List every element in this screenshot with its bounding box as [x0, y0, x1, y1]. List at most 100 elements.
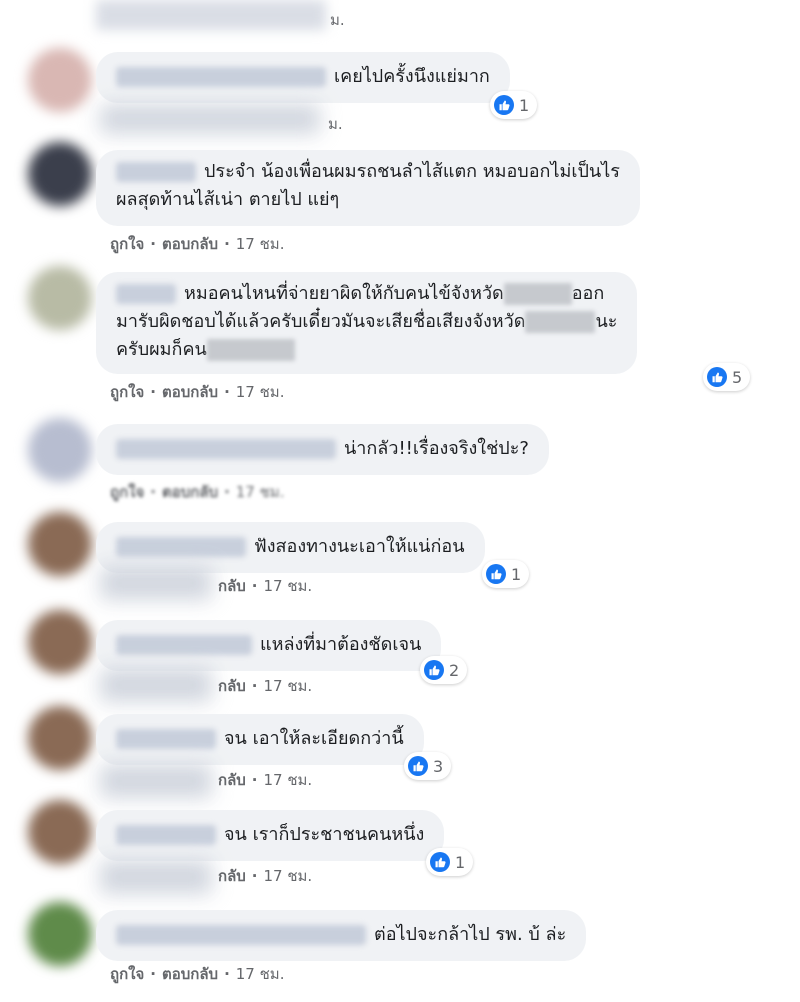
reply-link[interactable]: ตอบกลับ: [162, 965, 218, 983]
blurred-author-name[interactable]: [116, 635, 252, 655]
comment-meta: ถูกใจ · ตอบกลับ · 17 ชม.: [110, 483, 285, 501]
avatar[interactable]: [28, 512, 92, 576]
comment-time[interactable]: 17 ชม.: [236, 965, 285, 983]
reaction-badge[interactable]: 1: [426, 848, 474, 876]
comment-time[interactable]: 17 ชม.: [236, 383, 285, 401]
blurred-author-name[interactable]: [116, 925, 366, 945]
author-name-tail[interactable]: จน: [224, 728, 247, 749]
like-icon: [494, 95, 514, 115]
blurred-name-top: [96, 0, 326, 30]
avatar[interactable]: [28, 418, 92, 482]
comment-text: น่ากลัว!!เรื่องจริงใช่ปะ?: [344, 438, 529, 459]
reaction-count: 5: [732, 367, 743, 387]
blurred-author-name[interactable]: [116, 825, 216, 845]
reaction-count: 1: [519, 95, 530, 115]
comment-text: ออก: [571, 283, 605, 304]
blurred-meta: [100, 860, 212, 894]
avatar[interactable]: [28, 800, 92, 864]
reaction-count: 1: [511, 564, 522, 584]
blurred-author-name[interactable]: [116, 729, 216, 749]
comment-text: หมอคนไหนที่จ่ายยาผิดให้กับคนไข้จังหวัด: [184, 283, 504, 304]
comment-text: แหล่งที่มาต้องชัดเจน: [260, 634, 422, 655]
reaction-count: 3: [433, 756, 444, 776]
comment-bubble: เคยไปครั้งนึงแย่มาก: [96, 52, 510, 103]
comment-time: ม.: [330, 11, 345, 29]
redacted-text: [206, 339, 295, 361]
avatar[interactable]: [28, 48, 92, 112]
comment-text: ครับผมก็คน: [116, 339, 207, 360]
blurred-meta: [100, 104, 320, 134]
like-icon: [486, 564, 506, 584]
blurred-author-name[interactable]: [116, 284, 176, 304]
comment-text: ผลสุดท้านไส้เน่า ตายไป แย่ๆ: [116, 189, 340, 210]
avatar[interactable]: [28, 610, 92, 674]
comment-time[interactable]: 17 ชม.: [264, 867, 313, 885]
reply-link[interactable]: กลับ: [218, 771, 246, 789]
reply-link[interactable]: ตอบกลับ: [162, 383, 218, 401]
reaction-badge[interactable]: 1: [490, 91, 538, 119]
comment-text: เราก็ประชาชนคนหนึ่ง: [252, 824, 425, 845]
comment-time[interactable]: 17 ชม.: [264, 771, 313, 789]
reply-link[interactable]: ตอบกลับ: [162, 483, 218, 501]
comment-meta-top: ม.: [330, 8, 345, 32]
blurred-author-name[interactable]: [116, 439, 336, 459]
comment-bubble: น่ากลัว!!เรื่องจริงใช่ปะ?: [96, 424, 549, 475]
reaction-badge[interactable]: 5: [703, 363, 751, 391]
blurred-author-name[interactable]: [116, 162, 196, 182]
reaction-badge[interactable]: 1: [482, 560, 530, 588]
like-icon: [424, 660, 444, 680]
like-icon: [707, 367, 727, 387]
like-link[interactable]: ถูกใจ: [110, 383, 144, 401]
comment-meta: กลับ · 17 ชม.: [218, 867, 313, 885]
reply-link[interactable]: กลับ: [218, 867, 246, 885]
comment-text: ฟังสองทางนะเอาให้แน่ก่อน: [254, 536, 465, 557]
like-link[interactable]: ถูกใจ: [110, 235, 144, 253]
comment-text: มารับผิดชอบได้แล้วครับเดี๋ยวมันจะเสียชื่…: [116, 311, 526, 332]
comment-bubble: จน เอาให้ละเอียดกว่านี้: [96, 714, 424, 765]
comment-text: เคยไปครั้งนึงแย่มาก: [334, 66, 490, 87]
like-link[interactable]: ถูกใจ: [110, 965, 144, 983]
comment-time[interactable]: 17 ชม.: [236, 483, 285, 501]
blurred-meta: [100, 566, 212, 600]
comment-time[interactable]: 17 ชม.: [236, 235, 285, 253]
comment-meta: กลับ · 17 ชม.: [218, 677, 313, 695]
comment-time[interactable]: 17 ชม.: [264, 677, 313, 695]
comment-meta: ถูกใจ · ตอบกลับ · 17 ชม.: [110, 965, 285, 983]
like-icon: [408, 756, 428, 776]
reply-link[interactable]: กลับ: [218, 677, 246, 695]
reaction-count: 1: [455, 852, 466, 872]
comment-bubble: แหล่งที่มาต้องชัดเจน: [96, 620, 442, 671]
like-icon: [430, 852, 450, 872]
comment-bubble: จน เราก็ประชาชนคนหนึ่ง: [96, 810, 445, 861]
comment-meta: กลับ · 17 ชม.: [218, 577, 313, 595]
comment-meta: ม.: [328, 112, 343, 136]
comment-text: ต่อไปจะกล้าไป รพ. บ้ ล่ะ: [374, 924, 567, 945]
comment-text: เอาให้ละเอียดกว่านี้: [252, 728, 404, 749]
reaction-badge[interactable]: 2: [420, 656, 468, 684]
comment-text: ประจำ น้องเพื่อนผมรถชนลำไส้แตก หมอบอกไม่…: [204, 161, 620, 182]
reply-link[interactable]: กลับ: [218, 577, 246, 595]
avatar[interactable]: [28, 266, 92, 330]
like-link[interactable]: ถูกใจ: [110, 483, 144, 501]
avatar[interactable]: [28, 706, 92, 770]
blurred-meta: [100, 668, 212, 702]
reaction-count: 2: [449, 660, 460, 680]
comment-meta: ถูกใจ · ตอบกลับ · 17 ชม.: [110, 235, 285, 253]
comment-time: ม.: [328, 115, 343, 133]
author-name-tail[interactable]: จน: [224, 824, 247, 845]
comment-time[interactable]: 17 ชม.: [264, 577, 313, 595]
redacted-text: [503, 283, 572, 305]
comment-bubble: หมอคนไหนที่จ่ายยาผิดให้กับคนไข้จังหวัด ออ…: [96, 272, 638, 374]
redacted-text: [525, 311, 596, 333]
comment-bubble: ประจำ น้องเพื่อนผมรถชนลำไส้แตก หมอบอกไม่…: [96, 150, 640, 226]
comment-meta: ถูกใจ · ตอบกลับ · 17 ชม.: [110, 383, 285, 401]
blurred-author-name[interactable]: [116, 67, 326, 87]
blurred-author-name[interactable]: [116, 537, 246, 557]
avatar[interactable]: [28, 902, 92, 966]
reaction-badge[interactable]: 3: [404, 752, 452, 780]
blurred-meta: [100, 764, 212, 798]
reply-link[interactable]: ตอบกลับ: [162, 235, 218, 253]
avatar[interactable]: [28, 142, 92, 206]
comment-text: นะ: [595, 311, 618, 332]
comment-meta: กลับ · 17 ชม.: [218, 771, 313, 789]
